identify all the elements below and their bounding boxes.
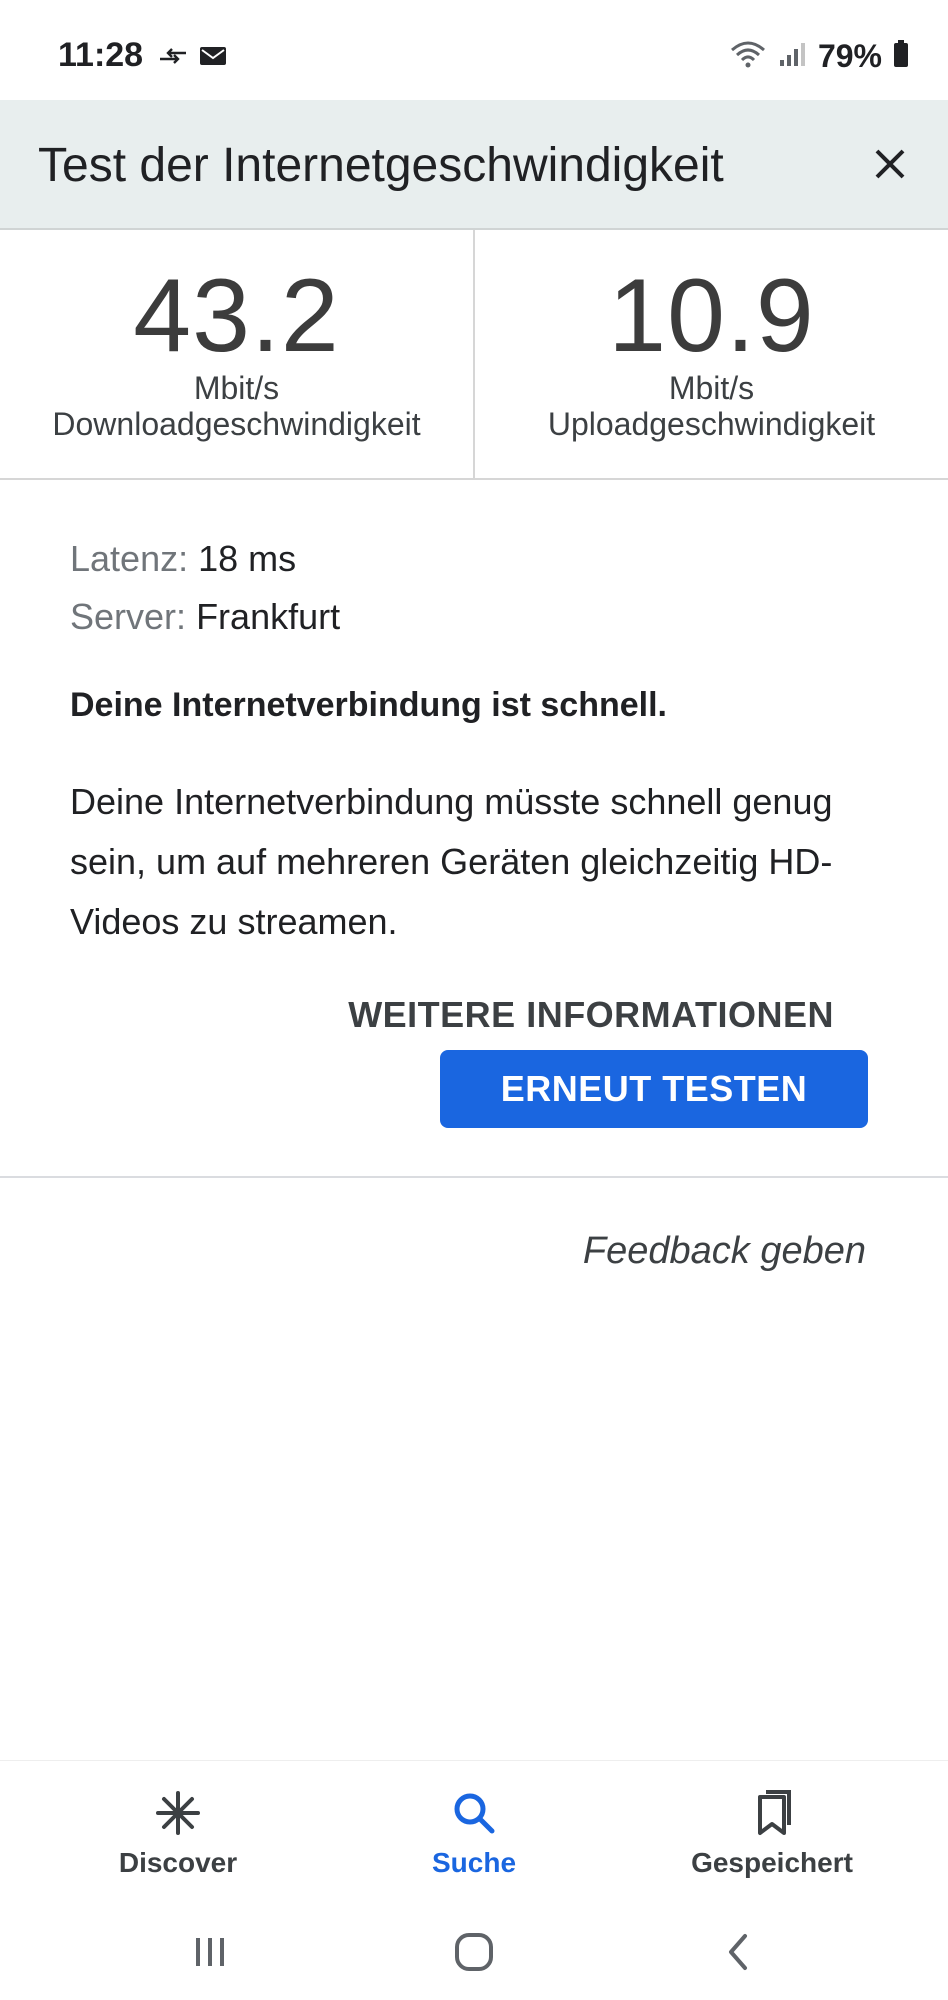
bottom-navigation: Discover Suche Gespeichert <box>0 1760 948 1901</box>
download-metric: 43.2 Mbit/s Downloadgeschwindigkeit <box>0 230 475 478</box>
mail-icon <box>198 44 228 73</box>
bookmarks-icon <box>652 1785 892 1841</box>
battery-percent: 79% <box>817 38 882 74</box>
feedback-link[interactable]: Feedback geben <box>583 1230 866 1273</box>
server-row: Server: Frankfurt <box>70 588 890 646</box>
section-divider <box>0 1176 948 1178</box>
upload-label: Uploadgeschwindigkeit <box>547 406 876 442</box>
nav-saved-label: Gespeichert <box>691 1847 853 1878</box>
download-unit: Mbit/s <box>193 370 280 406</box>
nav-search-label: Suche <box>431 1847 517 1878</box>
nav-discover-label: Discover <box>118 1847 238 1878</box>
nav-discover[interactable]: Discover <box>58 1785 298 1879</box>
system-navigation <box>0 1900 948 2000</box>
signal-icon <box>778 40 808 73</box>
download-value: 43.2 <box>133 258 340 374</box>
data-transfer-icon <box>158 45 188 72</box>
nav-saved[interactable]: Gespeichert <box>652 1785 892 1879</box>
recents-icon <box>196 1938 224 1966</box>
server-label: Server: <box>70 596 187 637</box>
dialog-header: Test der Internetgeschwindigkeit <box>0 100 948 230</box>
latency-value: 18 ms <box>198 538 297 579</box>
back-icon <box>729 1934 747 1970</box>
home-button[interactable] <box>434 1924 514 1980</box>
home-icon <box>455 1933 493 1971</box>
close-icon <box>875 149 905 179</box>
status-left-icons <box>158 44 228 73</box>
speed-metrics: 43.2 Mbit/s Downloadgeschwindigkeit 10.9… <box>0 230 948 480</box>
upload-metric: 10.9 Mbit/s Uploadgeschwindigkeit <box>475 230 948 478</box>
status-bar: 11:28 79% <box>0 0 948 100</box>
nav-search[interactable]: Suche <box>354 1785 594 1879</box>
status-right: 79% <box>728 38 910 75</box>
upload-unit: Mbit/s <box>668 370 755 406</box>
server-value: Frankfurt <box>196 596 341 637</box>
more-info-link[interactable]: WEITERE INFORMATIONEN <box>348 994 834 1036</box>
download-label: Downloadgeschwindigkeit <box>52 406 421 442</box>
search-icon <box>354 1785 594 1841</box>
speed-description: Deine Internetverbindung müsste schnell … <box>70 781 833 942</box>
close-button[interactable] <box>862 136 918 192</box>
asterisk-icon <box>58 1785 298 1841</box>
wifi-icon <box>728 40 768 73</box>
retest-button[interactable]: ERNEUT TESTEN <box>440 1050 868 1128</box>
status-time: 11:28 <box>58 36 144 74</box>
upload-value: 10.9 <box>608 258 815 374</box>
latency-row: Latenz: 18 ms <box>70 530 890 588</box>
speed-verdict: Deine Internetverbindung ist schnell. <box>70 686 667 724</box>
page-title: Test der Internetgeschwindigkeit <box>38 139 724 192</box>
battery-icon <box>892 39 910 74</box>
connection-info: Latenz: 18 ms Server: Frankfurt <box>70 530 890 646</box>
recents-button[interactable] <box>170 1924 250 1980</box>
latency-label: Latenz: <box>70 538 189 579</box>
back-button[interactable] <box>698 1924 778 1980</box>
